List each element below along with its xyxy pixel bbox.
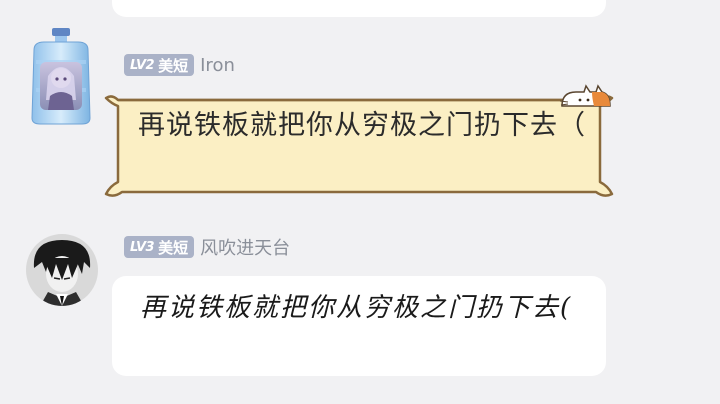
chat-message: LV2 美短 Iron 再说铁板就把你从穷极之门扔下去（ (0, 24, 720, 204)
scroll-frame-icon (104, 95, 614, 197)
username[interactable]: 风吹进天台 (200, 234, 290, 260)
message-text: 再说铁板就把你从穷极之门扔下去( (140, 293, 573, 323)
level-text: LV2 (130, 57, 155, 73)
message-bubble-scroll[interactable]: 再说铁板就把你从穷极之门扔下去（ (104, 84, 614, 202)
badge-label: 美短 (158, 238, 189, 257)
chat-message: LV3 美短 风吹进天台 再说铁板就把你从穷极之门扔下去( (0, 230, 720, 380)
previous-message-bubble[interactable] (112, 0, 606, 17)
level-text: LV3 (130, 239, 155, 255)
message-bubble[interactable]: 再说铁板就把你从穷极之门扔下去( (112, 276, 606, 376)
message-meta: LV2 美短 Iron (124, 52, 235, 78)
cat-decoration-icon (559, 84, 611, 107)
level-badge: LV2 美短 (124, 54, 195, 76)
badge-label: 美短 (158, 56, 189, 75)
message-text: 再说铁板就把你从穷极之门扔下去（ (138, 110, 586, 141)
anime-boy-avatar[interactable] (26, 234, 98, 306)
chat-screen: LV2 美短 Iron 再说铁板就把你从穷极之门扔下去（ LV3 美短 风吹进天… (0, 0, 720, 404)
message-meta: LV3 美短 风吹进天台 (124, 234, 290, 260)
username[interactable]: Iron (200, 55, 235, 76)
level-badge: LV3 美短 (124, 236, 195, 258)
water-jug-avatar[interactable] (22, 26, 100, 126)
